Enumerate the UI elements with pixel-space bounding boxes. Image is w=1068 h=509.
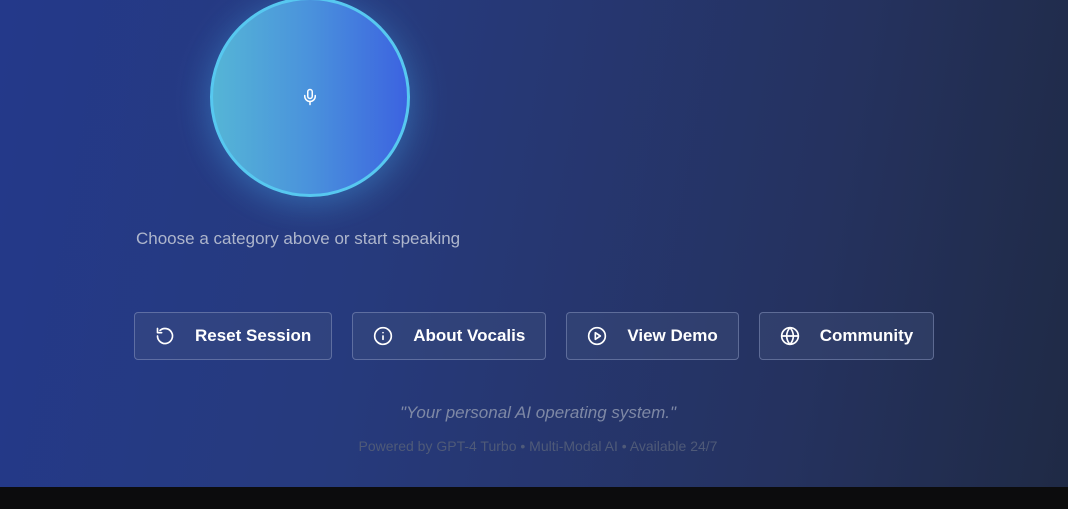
microphone-button[interactable] (210, 0, 410, 197)
community-label: Community (819, 326, 914, 345)
about-vocalis-label: About Vocalis (413, 326, 526, 345)
globe-icon (780, 326, 799, 346)
info-icon (374, 326, 393, 346)
tagline: "Your personal AI operating system." (399, 403, 677, 422)
bottom-bar (0, 487, 1068, 509)
main-stage: Choose a category above or start speakin… (0, 0, 1068, 487)
view-demo-label: View Demo (627, 326, 718, 345)
action-buttons: Reset Session About Vocalis View Demo Co… (134, 312, 935, 360)
voice-hint: Choose a category above or start speakin… (136, 229, 461, 248)
view-demo-button[interactable]: View Demo (566, 312, 739, 360)
microphone-icon (304, 88, 316, 106)
powered-by-text: Powered by GPT-4 Turbo • Multi-Modal AI … (358, 438, 718, 454)
community-button[interactable]: Community (758, 312, 935, 360)
about-vocalis-button[interactable]: About Vocalis (352, 312, 547, 360)
reset-session-label: Reset Session (195, 326, 312, 345)
reset-icon (156, 327, 174, 345)
reset-session-button[interactable]: Reset Session (134, 312, 333, 360)
play-icon (588, 326, 607, 346)
